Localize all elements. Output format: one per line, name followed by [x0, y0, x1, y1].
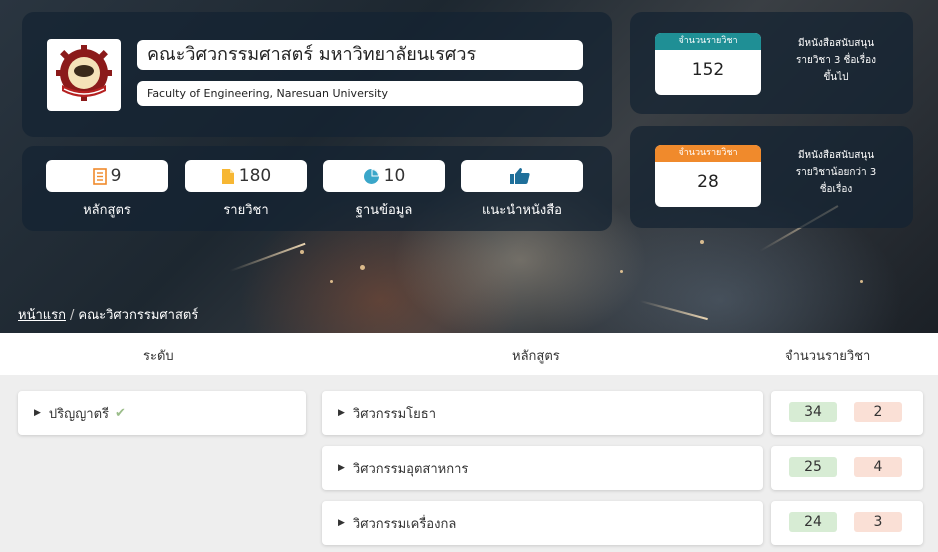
gear-emblem-icon — [56, 45, 112, 101]
faculty-name-english: Faculty of Engineering, Naresuan Univers… — [137, 81, 583, 106]
description-line: ขึ้นไป — [823, 72, 849, 83]
count-orange-badge[interactable]: 2 — [854, 402, 902, 422]
spark-decoration — [360, 265, 365, 270]
count-card-sufficient: จำนวนรายวิชา 152 — [655, 33, 761, 95]
program-label: วิศวกรรมโยธา — [352, 406, 437, 422]
count-card-value: 28 — [697, 172, 719, 192]
count-green-badge[interactable]: 24 — [789, 512, 837, 532]
count-green-badge[interactable]: 34 — [789, 402, 837, 422]
spark-decoration — [330, 280, 333, 283]
expand-triangle-icon: ▶ — [34, 408, 41, 418]
program-row-mechanical[interactable]: ▶ วิศวกรรมเครื่องกล — [322, 501, 763, 545]
stat-databases-value: 10 — [383, 166, 406, 186]
faculty-name-thai: คณะวิศวกรรมศาสตร์ มหาวิทยาลัยนเรศวร — [137, 40, 583, 70]
count-card-header: จำนวนรายวิชา — [655, 145, 761, 162]
breadcrumb-home-link[interactable]: หน้าแรก — [18, 308, 66, 323]
description-line: รายวิชา 3 ชื่อเรื่อง — [795, 55, 877, 66]
level-label: ปริญญาตรี — [48, 406, 110, 422]
count-card-header: จำนวนรายวิชา — [655, 33, 761, 50]
stat-recommend-books-button[interactable] — [461, 160, 583, 192]
thumbs-up-icon — [510, 168, 530, 184]
spark-decoration — [300, 250, 304, 254]
description-line: รายวิชาน้อยกว่า 3 — [795, 167, 877, 178]
description-line: ชื่อเรื่อง — [819, 184, 853, 195]
column-header-program: หลักสูตร — [512, 349, 560, 364]
program-row-industrial[interactable]: ▶ วิศวกรรมอุตสาหการ — [322, 446, 763, 490]
count-orange-badge[interactable]: 4 — [854, 457, 902, 477]
count-card-description: มีหนังสือสนับสนุน รายวิชาน้อยกว่า 3 ชื่อ… — [780, 147, 892, 198]
file-icon — [221, 168, 234, 184]
breadcrumb-current: คณะวิศวกรรมศาสตร์ — [78, 308, 199, 323]
spark-streak — [229, 242, 306, 272]
stat-databases-button[interactable]: 10 — [323, 160, 445, 192]
stat-programs-button[interactable]: 9 — [46, 160, 168, 192]
document-list-icon — [92, 167, 107, 185]
spark-decoration — [860, 280, 863, 283]
description-line: มีหนังสือสนับสนุน — [797, 150, 875, 161]
stat-courses-value: 180 — [238, 166, 272, 186]
spark-decoration — [620, 270, 623, 273]
stat-databases-label: ฐานข้อมูล — [355, 203, 413, 218]
count-card-insufficient: จำนวนรายวิชา 28 — [655, 145, 761, 207]
description-line: มีหนังสือสนับสนุน — [797, 38, 875, 49]
breadcrumb-separator: / — [70, 308, 75, 323]
count-card-value: 152 — [691, 60, 725, 80]
count-green-badge[interactable]: 25 — [789, 457, 837, 477]
spark-decoration — [700, 240, 704, 244]
expand-triangle-icon: ▶ — [338, 518, 345, 528]
table-header: ระดับ หลักสูตร จำนวนรายวิชา — [0, 333, 938, 375]
count-card-description: มีหนังสือสนับสนุน รายวิชา 3 ชื่อเรื่อง ข… — [780, 35, 892, 86]
count-orange-badge[interactable]: 3 — [854, 512, 902, 532]
stat-programs-value: 9 — [110, 166, 122, 186]
column-header-course-count: จำนวนรายวิชา — [785, 349, 871, 364]
expand-triangle-icon: ▶ — [338, 408, 345, 418]
pie-chart-icon — [363, 168, 379, 184]
program-label: วิศวกรรมอุตสาหการ — [352, 461, 469, 477]
stat-programs-label: หลักสูตร — [83, 203, 131, 218]
course-count-cell: 34 2 — [771, 391, 923, 435]
spark-streak — [639, 300, 708, 321]
faculty-logo — [47, 39, 121, 111]
course-count-cell: 25 4 — [771, 446, 923, 490]
course-count-cell: 24 3 — [771, 501, 923, 545]
stat-recommend-label: แนะนำหนังสือ — [482, 203, 562, 218]
stat-courses-button[interactable]: 180 — [185, 160, 307, 192]
level-item-bachelor[interactable]: ▶ ปริญญาตรี ✔ — [18, 391, 306, 435]
expand-triangle-icon: ▶ — [338, 463, 345, 473]
table-body: ▶ ปริญญาตรี ✔ ▶ วิศวกรรมโยธา 34 2 ▶ วิศว… — [0, 375, 938, 552]
stat-courses-label: รายวิชา — [223, 203, 269, 218]
check-icon: ✔ — [115, 405, 126, 421]
program-row-civil[interactable]: ▶ วิศวกรรมโยธา — [322, 391, 763, 435]
column-header-level: ระดับ — [143, 349, 174, 364]
breadcrumb: หน้าแรก / คณะวิศวกรรมศาสตร์ — [18, 304, 198, 325]
program-label: วิศวกรรมเครื่องกล — [352, 516, 457, 532]
